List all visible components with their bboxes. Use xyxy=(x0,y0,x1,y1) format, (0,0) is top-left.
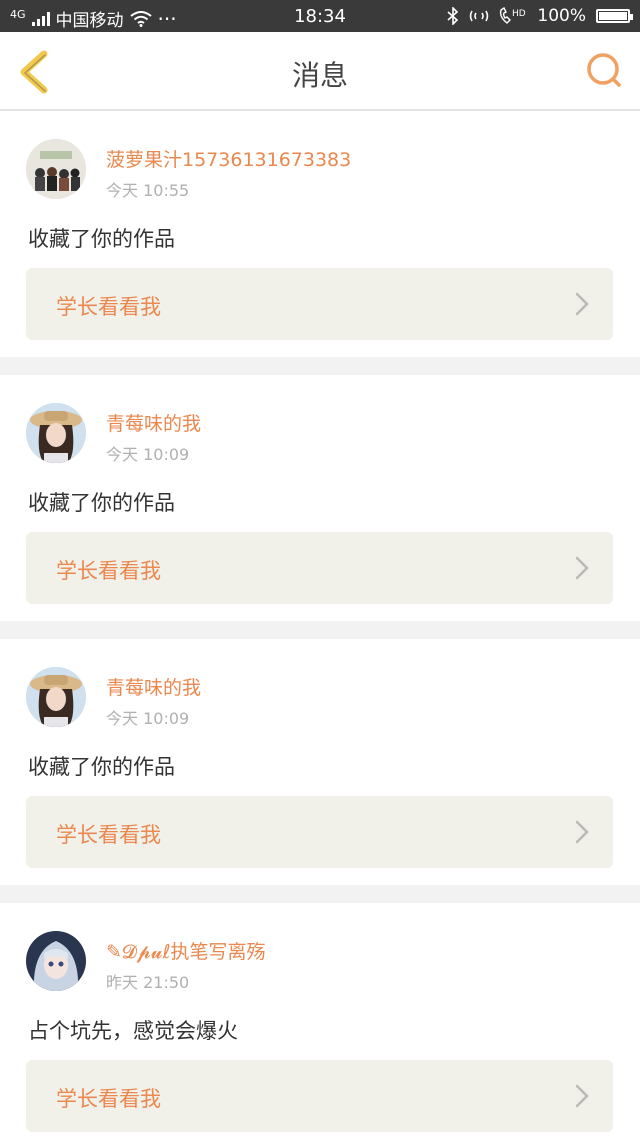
hd-call-icon: HD xyxy=(500,7,526,24)
work-title: 学长看看我 xyxy=(56,823,161,847)
chevron-right-icon xyxy=(575,292,589,316)
work-link[interactable]: 学长看看我 xyxy=(26,1060,613,1132)
message-text: 占个坑先，感觉会爆火 xyxy=(28,1019,238,1043)
message-card: 青莓味的我 今天 10:09 收藏了你的作品 学长看看我 xyxy=(0,639,640,885)
svg-text:HD: HD xyxy=(512,9,526,19)
girl-hat-avatar-icon xyxy=(26,403,86,463)
nfc-icon xyxy=(470,10,489,22)
avatar[interactable] xyxy=(26,139,86,199)
username[interactable]: ✎𝓓𝓹𝓾ℓ执笔写离殇 xyxy=(106,937,265,964)
timestamp: 今天 10:09 xyxy=(106,709,190,728)
status-bar: 4G 中国移动 ··· 18:34 HD 100% xyxy=(0,0,640,32)
search-icon[interactable] xyxy=(584,50,624,90)
work-link[interactable]: 学长看看我 xyxy=(26,268,613,340)
message-text: 收藏了你的作品 xyxy=(28,755,175,779)
chevron-right-icon xyxy=(575,556,589,580)
work-link[interactable]: 学长看看我 xyxy=(26,532,613,604)
message-card: 菠萝果汁15736131673383 今天 10:55 收藏了你的作品 学长看看… xyxy=(0,111,640,357)
chevron-right-icon xyxy=(575,820,589,844)
message-text: 收藏了你的作品 xyxy=(28,227,175,251)
username[interactable]: 青莓味的我 xyxy=(106,409,201,436)
anime-girl-avatar-icon xyxy=(26,931,86,991)
avatar[interactable] xyxy=(26,667,86,727)
bluetooth-icon xyxy=(447,7,459,25)
username[interactable]: 青莓味的我 xyxy=(106,673,201,700)
page-title: 消息 xyxy=(291,59,348,92)
message-card: ✎𝓓𝓹𝓾ℓ执笔写离殇 昨天 21:50 占个坑先，感觉会爆火 学长看看我 xyxy=(0,903,640,1138)
chevron-right-icon xyxy=(575,1084,589,1108)
message-text: 收藏了你的作品 xyxy=(28,491,175,515)
battery-percent: 100% xyxy=(537,6,586,26)
avatar[interactable] xyxy=(26,931,86,991)
timestamp: 今天 10:09 xyxy=(106,445,190,464)
nav-bar: 消息 xyxy=(0,32,640,111)
timestamp: 今天 10:55 xyxy=(106,181,190,200)
battery-icon xyxy=(596,9,633,23)
message-card: 青莓味的我 今天 10:09 收藏了你的作品 学长看看我 xyxy=(0,375,640,621)
group-photo-avatar-icon xyxy=(26,139,86,199)
work-title: 学长看看我 xyxy=(56,295,161,319)
avatar[interactable] xyxy=(26,403,86,463)
timestamp: 昨天 21:50 xyxy=(106,973,190,992)
work-title: 学长看看我 xyxy=(56,1087,161,1111)
work-link[interactable]: 学长看看我 xyxy=(26,796,613,868)
girl-hat-avatar-icon xyxy=(26,667,86,727)
work-title: 学长看看我 xyxy=(56,559,161,583)
username[interactable]: 菠萝果汁15736131673383 xyxy=(106,145,351,172)
